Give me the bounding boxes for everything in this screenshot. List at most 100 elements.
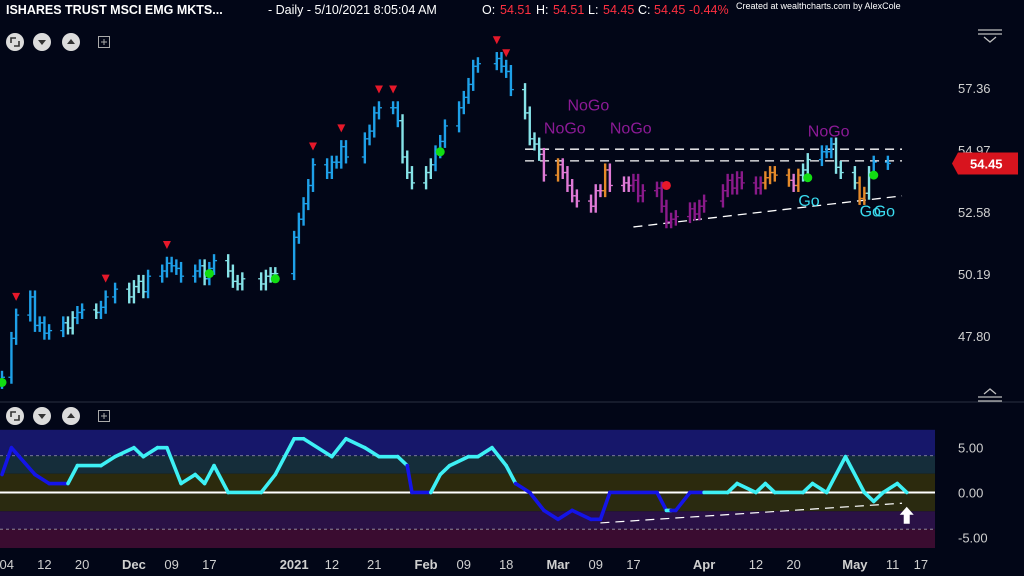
price-bar [696, 199, 703, 221]
countertrend-triangle [101, 274, 110, 283]
low-value: 54.45 [603, 3, 634, 17]
expand-up-button[interactable] [62, 33, 80, 51]
price-bar [672, 210, 679, 226]
price-bar [465, 77, 472, 104]
price-bar [884, 155, 891, 170]
price-bar [522, 83, 529, 120]
price-bar [262, 269, 269, 291]
price-bar [102, 290, 109, 314]
price-bar [540, 147, 547, 182]
price-bar [399, 114, 406, 164]
price-bar [60, 316, 67, 338]
xtick-label: 2021 [280, 557, 309, 572]
scale-down-icon [978, 29, 1002, 43]
price-bar [719, 184, 726, 208]
plus-icon [101, 413, 107, 419]
close-label: C: [638, 3, 651, 17]
price-bar [861, 186, 868, 205]
price-bar [300, 197, 307, 226]
osc-collapse-button[interactable] [33, 407, 51, 425]
osc-add-indicator-button[interactable] [98, 410, 110, 422]
interval-text: - Daily - 5/10/2021 8:05:04 AM [268, 3, 437, 17]
xtick-label: Feb [415, 557, 438, 572]
price-bar [130, 280, 137, 304]
oscillator-background-bands [0, 429, 935, 548]
price-bar [564, 166, 571, 192]
oscillator-band [0, 529, 935, 548]
price-bar [460, 90, 467, 115]
price-bar [239, 272, 246, 291]
price-bar [818, 145, 825, 167]
price-bar [866, 166, 873, 200]
price-bar [738, 171, 745, 190]
price-bar [36, 316, 43, 332]
price-bar [159, 264, 166, 283]
open-label: O: [482, 3, 495, 17]
xtick-label: 17 [626, 557, 640, 572]
price-scale-handle[interactable] [978, 29, 1002, 43]
price-bar [701, 194, 708, 213]
osc-ytick-label: 5.00 [958, 441, 983, 456]
close-value: 54.45 [654, 3, 685, 17]
nogo-annotation: NoGo [808, 123, 850, 140]
xtick-label: May [842, 557, 868, 572]
osc-expand-up-button[interactable] [62, 407, 80, 425]
price-bar [767, 166, 774, 185]
price-bar [493, 52, 500, 71]
price-bar [804, 153, 811, 177]
last-price-label: 54.45 [970, 156, 1003, 171]
price-bar [729, 173, 736, 195]
price-bar [762, 171, 769, 190]
price-bar [291, 230, 298, 281]
go-dot [0, 377, 7, 387]
price-bar [668, 212, 675, 229]
price-bar [630, 173, 637, 192]
price-bar [790, 173, 797, 192]
price-bar [310, 158, 316, 192]
osc-ytick-label: 0.00 [958, 485, 983, 500]
price-bar [408, 166, 415, 190]
price-bar [168, 256, 175, 273]
xtick-label: 17 [914, 557, 928, 572]
price-bar [531, 132, 538, 151]
countertrend-triangle [309, 142, 317, 151]
go-annotation: Go [874, 204, 895, 221]
price-bar [196, 259, 203, 278]
expand-button[interactable] [6, 33, 24, 51]
credit-text: Created at wealthcharts.com by AlexCole [736, 1, 901, 11]
scale-up-icon [978, 388, 1002, 402]
price-bar [828, 137, 835, 159]
price-bar [833, 137, 840, 174]
price-bar [592, 184, 599, 213]
countertrend-triangle [492, 36, 501, 45]
price-bar [295, 212, 302, 244]
go-dot [869, 170, 879, 180]
price-bar [602, 163, 609, 198]
pane-divider-handle[interactable] [978, 388, 1002, 402]
osc-expand-button[interactable] [6, 407, 24, 425]
price-bar [795, 168, 802, 192]
price-bar [258, 272, 265, 291]
price-bar [653, 181, 660, 198]
price-bar [621, 176, 627, 192]
price-bar [507, 64, 514, 97]
xtick-label: 20 [786, 557, 800, 572]
price-bar [324, 158, 331, 180]
price-bar [41, 316, 48, 340]
oscillator-band [0, 492, 935, 512]
price-trendlines [525, 148, 903, 228]
price-bar [474, 57, 481, 73]
price-bar [229, 264, 236, 288]
price-bar [74, 306, 81, 325]
price-signals [0, 36, 879, 387]
xtick-label: 18 [499, 557, 513, 572]
collapse-button[interactable] [33, 33, 51, 51]
price-bar [625, 176, 632, 192]
price-bar [192, 264, 199, 283]
price-bar [69, 311, 76, 335]
add-indicator-button[interactable] [98, 36, 110, 48]
price-bar [686, 202, 693, 224]
price-bar [126, 282, 133, 304]
price-bar [342, 140, 349, 164]
plus-icon [101, 39, 107, 45]
